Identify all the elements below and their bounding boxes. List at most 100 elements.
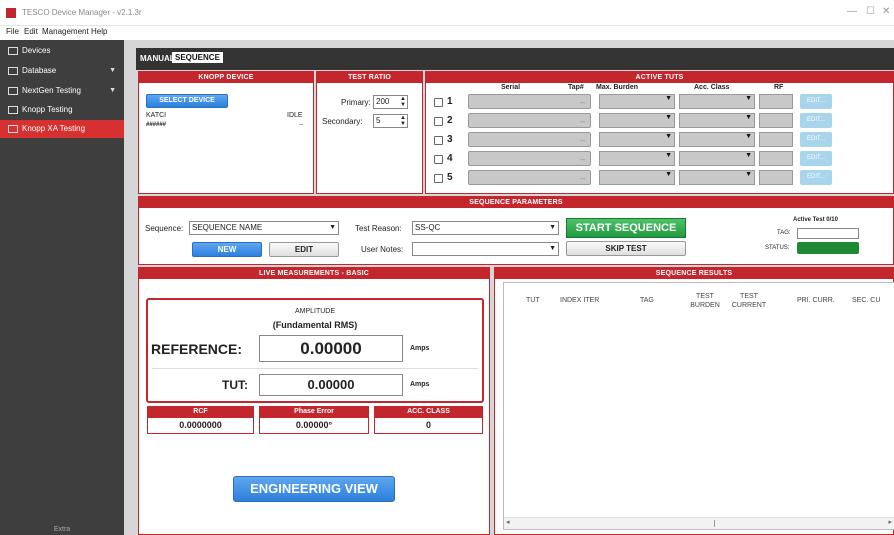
chevron-down-icon: ▼ [665,133,672,140]
sidebar-item-knopp-xa-testing[interactable]: Knopp XA Testing [0,120,124,138]
sidebar-item-devices[interactable]: Devices [0,42,124,60]
chevron-down-icon: ▼ [549,245,556,252]
serial-input[interactable] [468,132,591,147]
active-tuts-header: ACTIVE TUTS [426,72,893,83]
sidebar-item-knopp-testing[interactable]: Knopp Testing [0,101,124,119]
acc-class-select[interactable]: ▼ [679,170,755,185]
sequence-select[interactable]: SEQUENCE NAME ▼ [189,221,339,235]
menu-file[interactable]: File [6,27,19,36]
tut-checkbox[interactable] [434,98,443,107]
sidebar-item-database[interactable]: Database ▼ [0,62,124,80]
live-measurements-header: LIVE MEASUREMENTS - BASIC [139,268,489,279]
acc-class-select[interactable]: ▼ [679,151,755,166]
skip-test-button[interactable]: SKIP TEST [566,241,686,256]
engineering-view-button[interactable]: ENGINEERING VIEW [233,476,395,502]
acc-class-select[interactable]: ▼ [679,113,755,128]
menu-edit[interactable]: Edit [24,27,38,36]
spinner-icon[interactable]: ▲ ▼ [400,96,406,108]
tut-checkbox[interactable] [434,136,443,145]
col-sec-curr: SEC. CU [852,297,881,304]
tut-checkbox[interactable] [434,117,443,126]
rf-stepper[interactable] [759,132,793,147]
primary-value: 200 [376,97,390,106]
edit-tut-button[interactable]: EDIT... [800,113,832,128]
tap-value: -- [580,155,586,164]
sidebar-item-nextgen-testing[interactable]: NextGen Testing ▼ [0,82,124,100]
acc-class-select[interactable]: ▼ [679,94,755,109]
primary-input[interactable]: 200 ▲ ▼ [373,95,408,109]
maximize-button[interactable]: ☐ [866,6,875,17]
chevron-down-icon: ▼ [665,95,672,102]
max-burden-select[interactable]: ▼ [599,113,675,128]
acc-class-select[interactable]: ▼ [679,132,755,147]
serial-input[interactable] [468,151,591,166]
phase-error-header: Phase Error [259,406,369,417]
scroll-thumb[interactable] [714,520,715,527]
active-test-label: Active Test 0/10 [793,217,838,223]
sidebar: Devices Database ▼ NextGen Testing ▼ Kno… [0,40,124,535]
chevron-down-icon: ▼ [109,87,116,94]
new-sequence-button[interactable]: NEW [192,242,262,257]
window-title: TESCO Device Manager - v2.1.3r [22,8,142,17]
knopp-device-panel: KNOPP DEVICE SELECT DEVICE KATCI IDLE ##… [138,71,314,194]
edit-tut-button[interactable]: EDIT... [800,151,832,166]
edit-tut-button[interactable]: EDIT... [800,132,832,147]
chevron-down-icon: ▼ [745,133,752,140]
reference-value: 0.00000 [259,335,403,362]
start-sequence-button[interactable]: START SEQUENCE [566,218,686,238]
tap-value: -- [580,117,586,126]
tut-label: TUT: [222,378,248,392]
reference-label: REFERENCE: [151,341,243,357]
spinner-icon[interactable]: ▲ ▼ [400,115,406,127]
tab-manual[interactable]: MANUAL [140,54,175,63]
tut-checkbox[interactable] [434,174,443,183]
user-notes-select[interactable]: ▼ [412,242,559,256]
sidebar-item-label: Knopp XA Testing [22,124,86,133]
max-burden-select[interactable]: ▼ [599,132,675,147]
results-table: TUT INDEX ITER TAG TEST BURDEN TEST CURR… [503,282,894,530]
edit-sequence-button[interactable]: EDIT [269,242,339,257]
tut-checkbox[interactable] [434,155,443,164]
scroll-left-icon[interactable]: ◂ [506,518,510,526]
menu-help[interactable]: Help [91,27,107,36]
scroll-right-icon[interactable]: ▸ [888,518,892,526]
title-bar: TESCO Device Manager - v2.1.3r — ☐ ✕ [0,0,894,26]
max-burden-select[interactable]: ▼ [599,170,675,185]
live-measurements-panel: LIVE MEASUREMENTS - BASIC AMPLITUDE (Fun… [138,267,490,535]
tap-value: -- [580,136,586,145]
close-button[interactable]: ✕ [882,6,890,17]
minimize-button[interactable]: — [847,6,857,17]
database-icon [8,67,18,75]
sidebar-item-label: Knopp Testing [22,105,73,114]
max-burden-select[interactable]: ▼ [599,94,675,109]
amplitude-box: AMPLITUDE (Fundamental RMS) REFERENCE: 0… [146,298,484,403]
secondary-input[interactable]: 5 ▲ ▼ [373,114,408,128]
col-test-current: TEST CURRENT [731,293,767,309]
serial-input[interactable] [468,94,591,109]
rf-stepper[interactable] [759,151,793,166]
secondary-label: Secondary: [322,117,363,126]
chevron-down-icon: ▼ [665,114,672,121]
sidebar-item-label: Database [22,66,57,75]
menu-management[interactable]: Management [42,27,89,36]
rf-stepper[interactable] [759,170,793,185]
tab-sequence[interactable]: SEQUENCE [172,52,223,63]
tag-field [797,228,859,239]
serial-input[interactable] [468,170,591,185]
device-name: KATCI [146,112,167,119]
rf-stepper[interactable] [759,113,793,128]
rf-stepper[interactable] [759,94,793,109]
horizontal-scrollbar[interactable]: ◂ ▸ [504,517,894,529]
edit-tut-button[interactable]: EDIT... [800,94,832,109]
serial-input[interactable] [468,113,591,128]
select-device-button[interactable]: SELECT DEVICE [146,94,228,108]
max-burden-select[interactable]: ▼ [599,151,675,166]
col-pri-curr: PRI. CURR. [797,297,835,304]
col-serial: Serial [501,84,521,91]
edit-tut-button[interactable]: EDIT... [800,170,832,185]
test-reason-select[interactable]: SS-QC ▼ [412,221,559,235]
secondary-value: 5 [376,116,381,125]
rcf-header: RCF [147,406,254,417]
chevron-down-icon: ▼ [665,152,672,159]
col-tut: TUT [526,297,540,304]
